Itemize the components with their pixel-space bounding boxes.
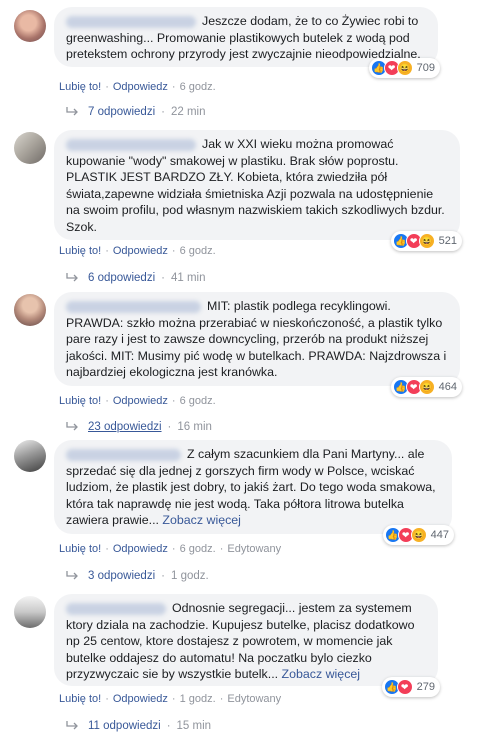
reply-arrow-icon xyxy=(66,273,78,282)
view-replies[interactable]: 23 odpowiedzi · 16 min xyxy=(66,421,212,433)
comment-actions: Lubię to! · Odpowiedz · 6 godz. · Edytowany xyxy=(59,543,282,555)
reaction-count: 279 xyxy=(416,681,435,693)
like-link[interactable]: Lubię to! xyxy=(59,245,101,257)
comment-time[interactable]: 6 godz. xyxy=(180,81,216,93)
reactions-summary[interactable]: 👍 ❤ 😆 447 xyxy=(382,525,454,545)
reply-arrow-icon xyxy=(66,107,78,116)
comment-actions: Lubię to! · Odpowiedz · 6 godz. xyxy=(59,395,216,407)
haha-reaction-icon: 😆 xyxy=(396,60,413,76)
reply-link[interactable]: Odpowiedz xyxy=(113,245,168,257)
reactions-summary[interactable]: 👍 ❤ 😆 521 xyxy=(390,231,462,251)
comment-time[interactable]: 1 godz. xyxy=(180,693,216,705)
reply-link[interactable]: Odpowiedz xyxy=(113,81,168,93)
haha-reaction-icon: 😆 xyxy=(410,527,427,543)
replies-time: 41 min xyxy=(170,272,206,284)
view-replies[interactable]: 7 odpowiedzi · 22 min xyxy=(66,106,206,118)
reactions-summary[interactable]: 👍 ❤ 279 xyxy=(381,677,440,697)
edited-label[interactable]: Edytowany xyxy=(227,543,281,555)
replies-time: 22 min xyxy=(170,106,206,118)
avatar[interactable] xyxy=(14,132,46,164)
comment-time[interactable]: 6 godz. xyxy=(180,395,216,407)
replies-count[interactable]: 3 odpowiedzi xyxy=(88,570,155,582)
author-name[interactable] xyxy=(66,15,196,28)
comment-actions: Lubię to! · Odpowiedz · 1 godz. · Edytowany xyxy=(59,693,282,705)
author-name[interactable] xyxy=(66,138,196,151)
replies-count[interactable]: 7 odpowiedzi xyxy=(88,106,155,118)
like-link[interactable]: Lubię to! xyxy=(59,395,101,407)
like-link[interactable]: Lubię to! xyxy=(59,543,101,555)
avatar[interactable] xyxy=(14,294,46,326)
like-link[interactable]: Lubię to! xyxy=(59,693,101,705)
avatar[interactable] xyxy=(14,440,46,472)
author-name[interactable] xyxy=(66,448,181,461)
replies-time: 15 min xyxy=(176,720,212,732)
avatar[interactable] xyxy=(14,10,46,42)
reply-link[interactable]: Odpowiedz xyxy=(113,543,168,555)
author-name[interactable] xyxy=(66,300,201,313)
reactions-summary[interactable]: 👍 ❤ 😆 464 xyxy=(390,377,462,397)
haha-reaction-icon: 😆 xyxy=(418,233,435,249)
haha-reaction-icon: 😆 xyxy=(418,379,435,395)
view-replies[interactable]: 11 odpowiedzi · 15 min xyxy=(66,720,211,732)
reply-arrow-icon xyxy=(66,422,78,431)
see-more-link[interactable]: Zobacz więcej xyxy=(282,667,361,681)
comment-time[interactable]: 6 godz. xyxy=(180,245,216,257)
view-replies[interactable]: 6 odpowiedzi · 41 min xyxy=(66,272,206,284)
reactions-summary[interactable]: 👍 ❤ 😆 709 xyxy=(368,58,440,78)
author-name[interactable] xyxy=(66,602,166,615)
reply-link[interactable]: Odpowiedz xyxy=(113,395,168,407)
comment-actions: Lubię to! · Odpowiedz · 6 godz. xyxy=(59,245,216,257)
replies-time: 1 godz. xyxy=(170,570,209,582)
see-more-link[interactable]: Zobacz więcej xyxy=(162,513,241,527)
comment-bubble: MIT: plastik podlega recyklingowi. PRAWD… xyxy=(54,292,462,397)
reaction-count: 464 xyxy=(438,381,457,393)
reply-arrow-icon xyxy=(66,721,78,730)
comment-bubble: Jeszcze dodam, że to co Żywiec robi to g… xyxy=(54,7,440,78)
comment-time[interactable]: 6 godz. xyxy=(180,543,216,555)
avatar[interactable] xyxy=(14,596,46,628)
comment-text: Jak w XXI wieku można promować kupowanie… xyxy=(66,137,445,234)
replies-count[interactable]: 11 odpowiedzi xyxy=(88,720,161,732)
edited-label[interactable]: Edytowany xyxy=(227,693,281,705)
reaction-count: 709 xyxy=(416,62,435,74)
reply-arrow-icon xyxy=(66,571,78,580)
comment-bubble: Z całym szacunkiem dla Pani Martyny... a… xyxy=(54,440,454,545)
reply-link[interactable]: Odpowiedz xyxy=(113,693,168,705)
reaction-count: 521 xyxy=(438,235,457,247)
comment-actions: Lubię to! · Odpowiedz · 6 godz. xyxy=(59,81,216,93)
replies-count[interactable]: 6 odpowiedzi xyxy=(88,272,155,284)
replies-count[interactable]: 23 odpowiedzi xyxy=(88,421,162,433)
comment-bubble: Jak w XXI wieku można promować kupowanie… xyxy=(54,130,462,251)
reaction-count: 447 xyxy=(430,529,449,541)
comment-bubble: Odnosnie segregacji... jestem za systeme… xyxy=(54,594,440,697)
love-reaction-icon: ❤ xyxy=(396,679,413,695)
replies-time: 16 min xyxy=(177,421,212,433)
view-replies[interactable]: 3 odpowiedzi · 1 godz. xyxy=(66,570,209,582)
like-link[interactable]: Lubię to! xyxy=(59,81,101,93)
